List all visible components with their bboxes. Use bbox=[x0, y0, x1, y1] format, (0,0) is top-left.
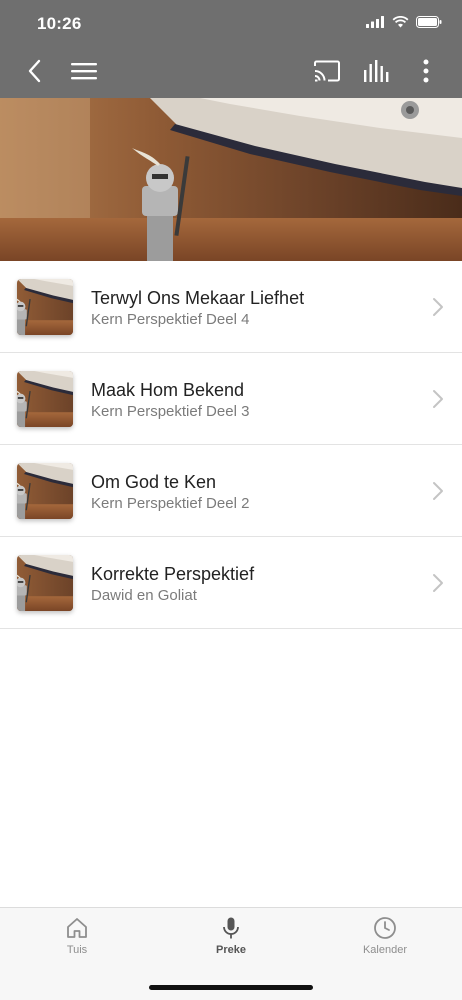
chevron-right-icon bbox=[432, 297, 444, 317]
tab-label: Kalender bbox=[362, 944, 408, 956]
sermon-row[interactable]: Korrekte Perspektief Dawid en Goliat bbox=[0, 537, 462, 629]
home-indicator[interactable] bbox=[149, 985, 313, 990]
sermon-series: Kern Perspektief Deel 4 bbox=[91, 311, 250, 328]
sermon-thumbnail bbox=[17, 555, 73, 611]
sermon-list: Terwyl Ons Mekaar Liefhet Kern Perspekti… bbox=[0, 261, 462, 629]
clock-icon bbox=[325, 916, 445, 940]
sermon-thumbnail bbox=[17, 463, 73, 519]
battery-icon bbox=[416, 15, 442, 33]
equalizer-button[interactable] bbox=[362, 58, 392, 88]
status-icons bbox=[366, 14, 442, 34]
hero-image bbox=[0, 98, 462, 261]
sermon-row[interactable]: Maak Hom Bekend Kern Perspektief Deel 3 bbox=[0, 353, 462, 445]
sermon-title: Om God te Ken bbox=[91, 472, 217, 492]
sermon-title: Terwyl Ons Mekaar Liefhet bbox=[91, 288, 305, 308]
signal-icon bbox=[366, 15, 385, 33]
cast-button[interactable] bbox=[312, 58, 342, 88]
menu-icon bbox=[71, 61, 97, 86]
more-vertical-icon bbox=[423, 59, 429, 88]
tab-tuis[interactable]: Tuis bbox=[17, 916, 137, 976]
top-bar: 10:26 bbox=[0, 0, 462, 98]
cast-icon bbox=[313, 60, 341, 87]
wifi-icon bbox=[392, 15, 409, 33]
chevron-right-icon bbox=[432, 573, 444, 593]
chevron-right-icon bbox=[432, 481, 444, 501]
sermon-title: Korrekte Perspektief bbox=[91, 564, 255, 584]
sermon-thumbnail bbox=[17, 279, 73, 335]
equalizer-icon bbox=[364, 59, 390, 87]
chevron-right-icon bbox=[432, 389, 444, 409]
home-icon bbox=[17, 916, 137, 940]
sermon-series: Kern Perspektief Deel 2 bbox=[91, 495, 250, 512]
more-options-button[interactable] bbox=[411, 58, 441, 88]
tab-label: Tuis bbox=[66, 944, 88, 956]
microphone-icon bbox=[171, 916, 291, 940]
tab-preke[interactable]: Preke bbox=[171, 916, 291, 976]
status-time: 10:26 bbox=[37, 14, 82, 33]
sermon-series: Kern Perspektief Deel 3 bbox=[91, 403, 250, 420]
sermon-row[interactable]: Om God te Ken Kern Perspektief Deel 2 bbox=[0, 445, 462, 537]
app-screen: 10:26 Terwyl Ons Mekaar Liefhet Kern Per… bbox=[0, 0, 462, 1000]
menu-button[interactable] bbox=[69, 58, 99, 88]
tab-label: Preke bbox=[216, 944, 246, 956]
back-arrow-icon bbox=[27, 59, 41, 88]
back-button[interactable] bbox=[19, 58, 49, 88]
tab-kalender[interactable]: Kalender bbox=[325, 916, 445, 976]
sermon-series: Dawid en Goliat bbox=[91, 587, 197, 604]
sermon-thumbnail bbox=[17, 371, 73, 427]
sermon-row[interactable]: Terwyl Ons Mekaar Liefhet Kern Perspekti… bbox=[0, 261, 462, 353]
sermon-title: Maak Hom Bekend bbox=[91, 380, 245, 400]
